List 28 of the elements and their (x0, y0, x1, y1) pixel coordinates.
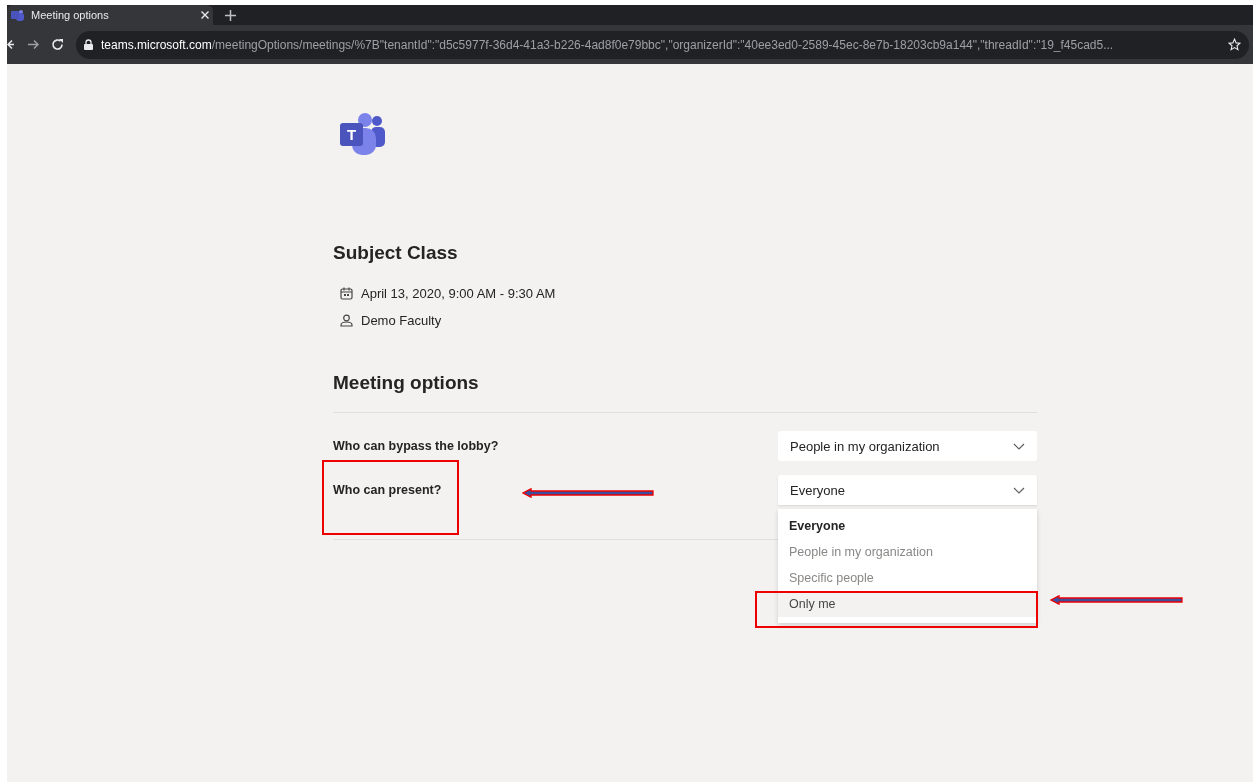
section-heading: Meeting options (333, 372, 1037, 413)
setting-label: Who can bypass the lobby? (333, 438, 499, 453)
person-icon (340, 314, 353, 327)
meeting-time: April 13, 2020, 9:00 AM - 9:30 AM (361, 286, 556, 301)
calendar-icon (340, 287, 353, 300)
menu-option[interactable]: Only me (778, 591, 1037, 617)
dropdown[interactable]: People in my organization (778, 431, 1037, 461)
address-bar[interactable]: teams.microsoft.com/meetingOptions/meetings/%7B"tenantId":"d5c5977f-36d4-41a3-b226-4ad8f0e79bbc","organizerId":"40ee3ed0-2589-45ec-8e7b-18203cb9a144","threadId":"19_f45cad5... (76, 30, 1249, 59)
menu-option[interactable]: People in my organization (778, 539, 1037, 565)
teams-logo-icon (11, 8, 25, 22)
browser-tab[interactable]: Meeting options (7, 5, 213, 25)
lock-icon (84, 39, 93, 50)
menu-option[interactable]: Specific people (778, 565, 1037, 591)
back-icon[interactable] (7, 39, 15, 50)
new-tab-icon[interactable] (225, 9, 236, 21)
star-icon[interactable] (1228, 38, 1241, 51)
forward-icon[interactable] (27, 39, 39, 50)
url-text: teams.microsoft.com/meetingOptions/meetings/%7B"tenantId":"d5c5977f-36d4-41a3-b226-4ad8f0e79bbc","organizerId":"40ee3ed0-2589-45ec-8e7b-18203cb9a144","threadId":"19_f45cad5... (101, 37, 1114, 52)
setting-label: Who can present? (333, 482, 442, 497)
meeting-title: Subject Class (333, 242, 459, 264)
dropdown[interactable]: Everyone (778, 475, 1037, 505)
close-tab-icon[interactable] (201, 11, 209, 19)
organizer-name: Demo Faculty (361, 313, 442, 328)
reload-icon[interactable] (51, 38, 64, 51)
menu-option[interactable]: Everyone (778, 513, 1037, 539)
tab-title: Meeting options (31, 9, 110, 21)
chevron-down-icon (1013, 442, 1025, 450)
chevron-down-icon (1013, 486, 1025, 494)
